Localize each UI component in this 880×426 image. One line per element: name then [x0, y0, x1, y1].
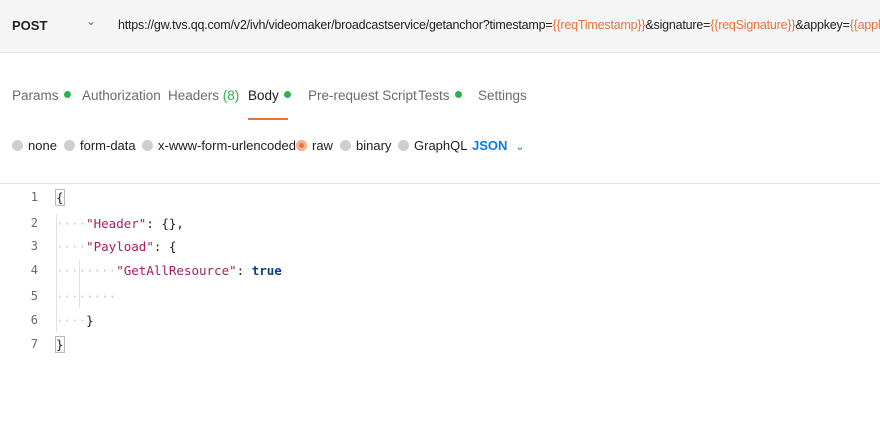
line-number: 5: [30, 289, 38, 303]
line-number: 6: [30, 313, 38, 327]
tab-params[interactable]: Params: [12, 88, 71, 103]
url-appkey-param: &appkey=: [795, 18, 850, 32]
chevron-down-icon: ⌄: [515, 141, 525, 153]
url-base: https://gw.tvs.qq.com/v2/ivh/videomaker/…: [118, 18, 553, 32]
tab-tests[interactable]: Tests: [418, 88, 462, 103]
json-key: "Header": [86, 216, 147, 231]
radio-raw[interactable]: raw: [296, 138, 333, 153]
code-editor[interactable]: 1 2 3 4 5 6 7 { ····"Header": {}, ····"P…: [0, 188, 880, 388]
request-url-bar: POST ⌄ https://gw.tvs.qq.com/v2/ivh/vide…: [0, 0, 880, 53]
tab-body[interactable]: Body: [248, 88, 291, 103]
var-signature: {{reqSignature}}: [710, 18, 796, 32]
radio-none-label: none: [28, 138, 57, 153]
json-key: "GetAllResource": [116, 263, 237, 278]
url-input[interactable]: https://gw.tvs.qq.com/v2/ivh/videomaker/…: [118, 18, 880, 32]
code-line-4: ········"GetAllResource": true: [56, 263, 282, 278]
var-appkey: {{appkey}}: [849, 18, 880, 32]
active-dot-icon: [283, 91, 291, 98]
format-select-label: JSON: [472, 138, 508, 153]
tab-headers[interactable]: Headers (8): [168, 88, 239, 103]
radio-raw-label: raw: [312, 138, 333, 153]
active-dot-icon: [63, 91, 71, 98]
tab-headers-label: Headers: [168, 88, 220, 103]
json-punct: : {: [153, 239, 177, 254]
tab-params-label: Params: [12, 88, 59, 103]
code-line-2: ····"Header": {},: [56, 216, 184, 231]
active-tab-indicator: [248, 118, 288, 120]
open-brace: {: [55, 189, 65, 206]
headers-count: (8): [222, 88, 240, 103]
json-punct: :: [236, 263, 252, 278]
radio-graphql[interactable]: GraphQL: [398, 138, 467, 153]
json-bool: true: [251, 263, 282, 278]
radio-none[interactable]: none: [12, 138, 57, 153]
code-line-3: ····"Payload": {: [56, 239, 177, 254]
url-signature-param: &signature=: [645, 18, 711, 32]
tab-tests-label: Tests: [418, 88, 450, 103]
line-number: 7: [30, 337, 38, 351]
line-number: 2: [30, 216, 38, 230]
tab-settings[interactable]: Settings: [478, 88, 527, 103]
body-type-options: none form-data x-www-form-urlencoded raw…: [0, 138, 880, 162]
code-line-5: ········: [56, 289, 117, 304]
close-brace: }: [55, 336, 65, 353]
request-tabs: Params Authorization Headers (8) Body Pr…: [0, 88, 880, 118]
line-number: 3: [30, 239, 38, 253]
radio-selected-icon: [296, 140, 307, 151]
radio-icon: [64, 140, 75, 151]
radio-icon: [340, 140, 351, 151]
radio-binary-label: binary: [356, 138, 392, 153]
json-punct: : {},: [146, 216, 184, 231]
radio-icon: [142, 140, 153, 151]
json-punct: }: [86, 313, 94, 328]
radio-urlencoded[interactable]: x-www-form-urlencoded: [142, 138, 296, 153]
tab-authorization[interactable]: Authorization: [82, 88, 161, 103]
line-number: 4: [30, 263, 38, 277]
var-timestamp: {{reqTimestamp}}: [552, 18, 646, 32]
chevron-down-icon[interactable]: ⌄: [86, 14, 96, 28]
format-select[interactable]: JSON ⌄: [472, 138, 525, 153]
tab-body-label: Body: [248, 88, 279, 103]
code-line-7: }: [55, 335, 65, 355]
code-line-1: {: [55, 188, 65, 208]
radio-icon: [12, 140, 23, 151]
radio-binary[interactable]: binary: [340, 138, 391, 153]
line-number: 1: [30, 190, 38, 204]
method-select[interactable]: POST: [12, 18, 47, 33]
radio-form-data-label: form-data: [80, 138, 136, 153]
radio-icon: [398, 140, 409, 151]
divider: [0, 183, 880, 184]
json-key: "Payload": [86, 239, 154, 254]
radio-form-data[interactable]: form-data: [64, 138, 136, 153]
active-dot-icon: [454, 91, 462, 98]
code-line-6: ····}: [56, 313, 94, 328]
radio-urlencoded-label: x-www-form-urlencoded: [158, 138, 296, 153]
radio-graphql-label: GraphQL: [414, 138, 468, 153]
tab-prerequest-script[interactable]: Pre-request Script: [308, 88, 417, 103]
